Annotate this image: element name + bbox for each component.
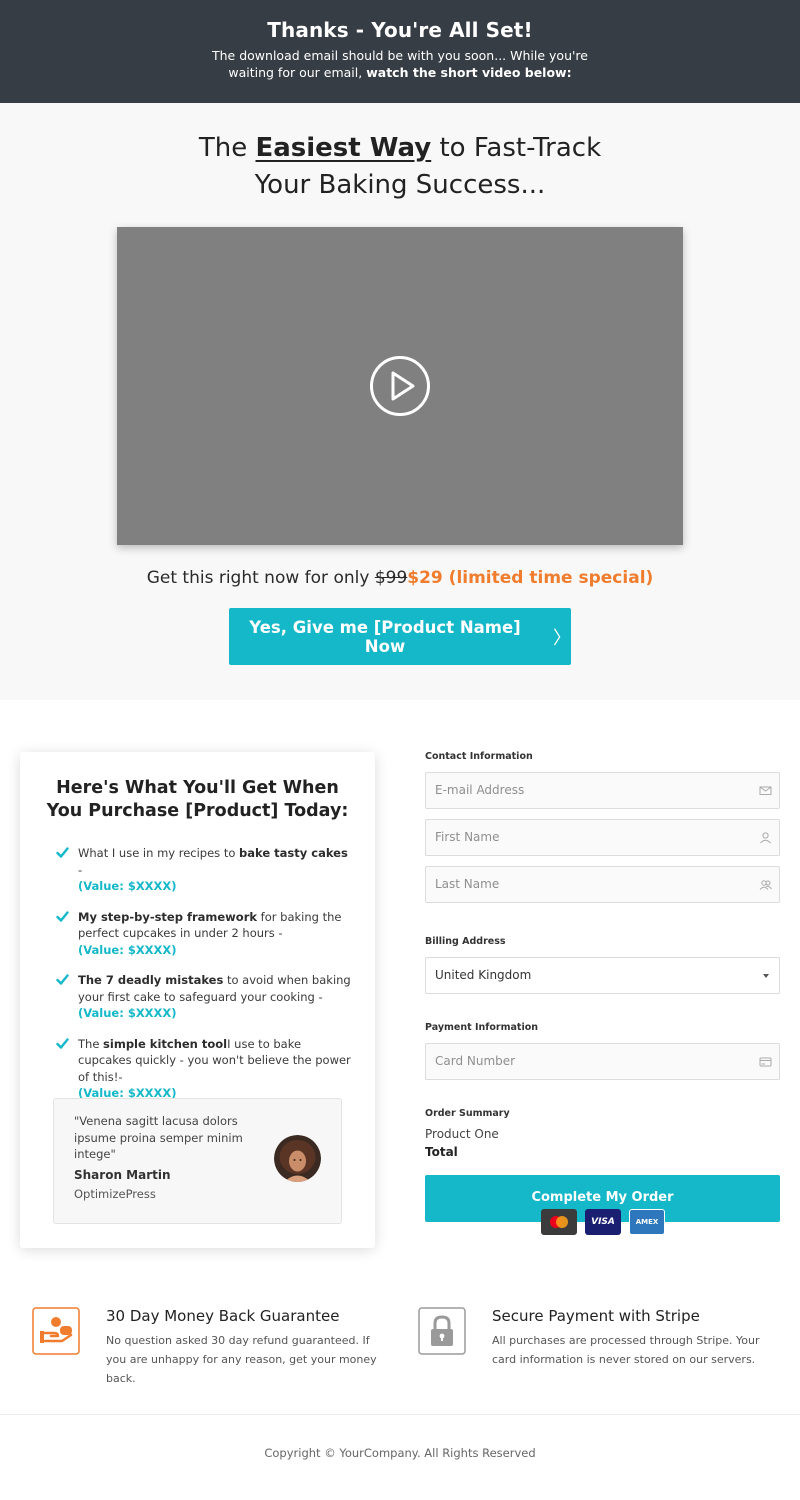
money-back-hand-icon	[32, 1307, 80, 1355]
last-name-field[interactable]: Last Name	[425, 866, 780, 903]
testimonial-box: "Venena sagitt lacusa dolors ipsume proi…	[53, 1098, 342, 1224]
benefit-bold: The 7 deadly mistakes	[78, 973, 224, 987]
banner-text: The download email should be with you so…	[200, 47, 600, 81]
chevron-right-icon: 〉	[553, 627, 571, 649]
buy-now-button[interactable]: Yes, Give me [Product Name] Now 〉	[229, 608, 571, 665]
play-icon[interactable]	[369, 355, 431, 417]
country-select[interactable]: United Kingdom	[425, 957, 780, 994]
checkmark-icon	[56, 1037, 69, 1049]
testimonial-company: OptimizePress	[74, 1186, 156, 1201]
checkmark-icon	[56, 847, 69, 858]
mastercard-icon	[541, 1209, 577, 1235]
order-section: Here's What You'll Get When You Purchase…	[0, 700, 800, 1255]
benefits-list: What I use in my recipes to bake tasty c…	[56, 845, 353, 1102]
lock-icon	[418, 1307, 466, 1355]
price-new: $29 (limited time special)	[407, 568, 654, 588]
amex-icon: AMEX	[629, 1209, 665, 1235]
users-icon	[759, 880, 772, 890]
price-prefix: Get this right now for only	[146, 568, 370, 588]
benefits-card: Here's What You'll Get When You Purchase…	[20, 752, 375, 1248]
email-field[interactable]: E-mail Address	[425, 772, 780, 809]
first-name-field[interactable]: First Name	[425, 819, 780, 856]
benefit-item: The simple kitchen toolI use to bake cup…	[56, 1036, 353, 1102]
benefit-bold: My step-by-step framework	[78, 909, 258, 924]
card-number-placeholder: Card Number	[435, 1054, 516, 1068]
summary-heading: Order Summary	[425, 1108, 510, 1119]
complete-order-button[interactable]: Complete My Order VISA AMEX	[425, 1175, 780, 1235]
checkout-form: Contact Information E-mail Address First…	[425, 751, 780, 1235]
benefit-pre: The	[78, 1036, 104, 1051]
first-name-placeholder: First Name	[435, 830, 500, 844]
envelope-icon	[759, 786, 772, 795]
secure-title: Secure Payment with Stripe	[492, 1307, 700, 1325]
benefit-item: What I use in my recipes to bake tasty c…	[56, 845, 353, 895]
confirmation-banner: Thanks - You're All Set! The download em…	[0, 0, 800, 103]
country-value: United Kingdom	[435, 968, 532, 982]
benefit-bold: bake tasty cakes	[239, 846, 348, 860]
checkmark-icon	[56, 910, 69, 922]
payment-heading: Payment Information	[425, 1022, 539, 1033]
credit-card-icon	[759, 1057, 772, 1067]
caret-down-icon	[763, 974, 769, 978]
testimonial-quote: "Venena sagitt lacusa dolors ipsume proi…	[74, 1114, 243, 1161]
price-line: Get this right now for only $99$29 (limi…	[0, 568, 800, 588]
guarantee-text: No question asked 30 day refund guarante…	[106, 1334, 377, 1385]
summary-total: Total	[425, 1145, 458, 1159]
benefit-pre: What I use in my recipes to	[78, 846, 240, 860]
secure-text: All purchases are processed through Stri…	[492, 1334, 760, 1366]
avatar	[274, 1135, 321, 1182]
benefits-title: Here's What You'll Get When You Purchase…	[46, 778, 349, 821]
visa-icon: VISA	[585, 1209, 621, 1235]
benefit-value: (Value: $XXXX)	[78, 1006, 177, 1020]
contact-heading: Contact Information	[425, 751, 533, 762]
benefit-post: -	[78, 862, 83, 877]
last-name-placeholder: Last Name	[435, 877, 500, 891]
hero-section: The Easiest Way to Fast-Track Your Bakin…	[0, 103, 800, 700]
complete-order-label: Complete My Order	[531, 1190, 674, 1205]
hero-headline: The Easiest Way to Fast-Track Your Bakin…	[170, 130, 630, 204]
user-icon	[760, 832, 771, 844]
banner-text-bold: watch the short video below:	[366, 65, 572, 80]
checkmark-icon	[56, 974, 69, 985]
guarantees-section: 30 Day Money Back Guarantee No question …	[0, 1255, 800, 1415]
headline-pre: The	[198, 133, 248, 163]
price-old: $99	[374, 568, 408, 588]
buy-now-label: Yes, Give me [Product Name] Now	[249, 617, 521, 656]
card-number-field[interactable]: Card Number	[425, 1043, 780, 1080]
payment-methods: VISA AMEX	[541, 1209, 665, 1235]
billing-heading: Billing Address	[425, 936, 506, 947]
benefit-value: (Value: $XXXX)	[78, 879, 177, 893]
footer: Copyright © YourCompany. All Rights Rese…	[0, 1415, 800, 1500]
summary-product: Product One	[425, 1127, 499, 1141]
headline-emphasis: Easiest Way	[255, 133, 432, 163]
benefit-value: (Value: $XXXX)	[78, 942, 177, 957]
email-placeholder: E-mail Address	[435, 783, 525, 797]
video-player[interactable]	[117, 227, 683, 545]
banner-title: Thanks - You're All Set!	[267, 18, 533, 42]
benefit-item: The 7 deadly mistakes to avoid when baki…	[56, 972, 353, 1022]
benefit-item: My step-by-step framework for baking the…	[56, 909, 353, 959]
benefit-bold: simple kitchen tool	[103, 1036, 228, 1051]
guarantee-title: 30 Day Money Back Guarantee	[106, 1307, 340, 1325]
copyright-text: Copyright © YourCompany. All Rights Rese…	[264, 1446, 536, 1460]
